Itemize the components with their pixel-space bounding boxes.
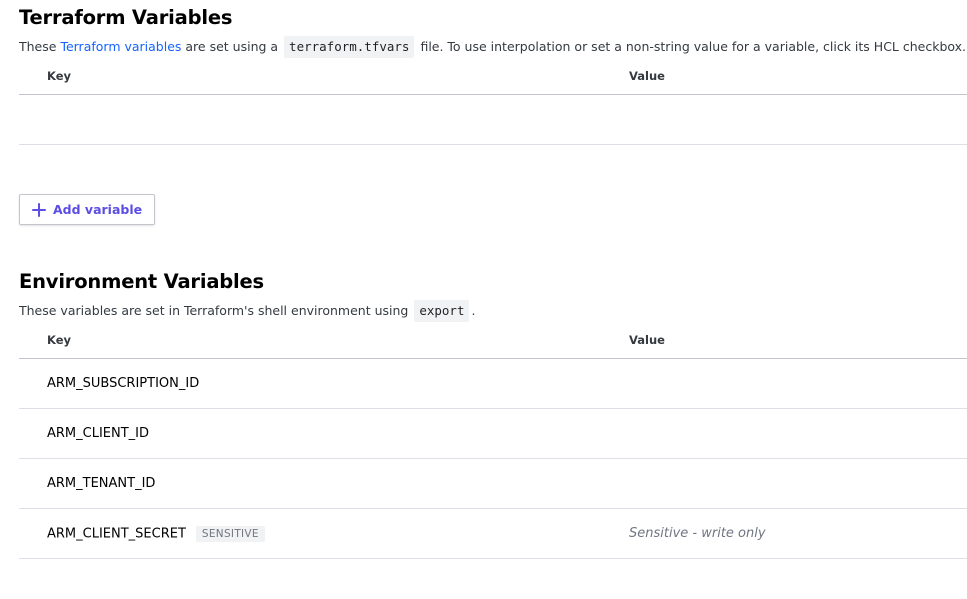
variable-key-cell: ARM_CLIENT_SECRET SENSITIVE	[19, 508, 629, 559]
environment-variables-description: These variables are set in Terraform's s…	[19, 300, 967, 322]
variable-value	[629, 458, 967, 509]
add-variable-label: Add variable	[53, 202, 143, 217]
sensitive-badge: SENSITIVE	[195, 525, 265, 542]
variable-key: ARM_CLIENT_SECRET	[47, 526, 186, 541]
table-row[interactable]: ARM_CLIENT_ID	[19, 408, 967, 459]
table-row[interactable]: ARM_TENANT_ID	[19, 458, 967, 509]
value-column-header: Value	[629, 322, 967, 359]
terraform-variables-title: Terraform Variables	[19, 6, 233, 29]
variable-value: Sensitive - write only	[629, 508, 967, 559]
variable-value	[629, 408, 967, 459]
table-header-row: Key Value	[19, 322, 967, 359]
environment-variables-table: Key Value ARM_SUBSCRIPTION_ID ARM_CLIENT…	[19, 322, 967, 559]
variable-value	[629, 358, 967, 409]
environment-variables-section: Environment Variables These variables ar…	[19, 264, 967, 559]
terraform-variables-description: These Terraform variables are set using …	[19, 36, 967, 58]
key-column-header: Key	[19, 322, 629, 359]
sensitive-value-text: Sensitive - write only	[629, 526, 766, 541]
table-empty-row	[19, 94, 967, 145]
export-code: export	[414, 300, 470, 322]
variable-key: ARM_CLIENT_ID	[19, 408, 629, 459]
variable-key: ARM_TENANT_ID	[19, 458, 629, 509]
terraform-variables-link[interactable]: Terraform variables	[60, 39, 181, 54]
table-row[interactable]: ARM_CLIENT_SECRET SENSITIVE Sensitive - w…	[19, 508, 967, 559]
tfvars-code: terraform.tfvars	[284, 36, 415, 58]
terraform-variables-section: Terraform Variables These Terraform vari…	[19, 0, 967, 145]
variable-key: ARM_SUBSCRIPTION_ID	[19, 358, 629, 409]
plus-icon	[32, 202, 46, 217]
add-variable-button[interactable]: Add variable	[19, 194, 155, 225]
value-column-header: Value	[629, 58, 967, 95]
environment-variables-title: Environment Variables	[19, 270, 264, 293]
terraform-variables-table: Key Value	[19, 58, 967, 145]
table-row[interactable]: ARM_SUBSCRIPTION_ID	[19, 358, 967, 409]
table-header-row: Key Value	[19, 58, 967, 95]
key-column-header: Key	[19, 58, 629, 95]
